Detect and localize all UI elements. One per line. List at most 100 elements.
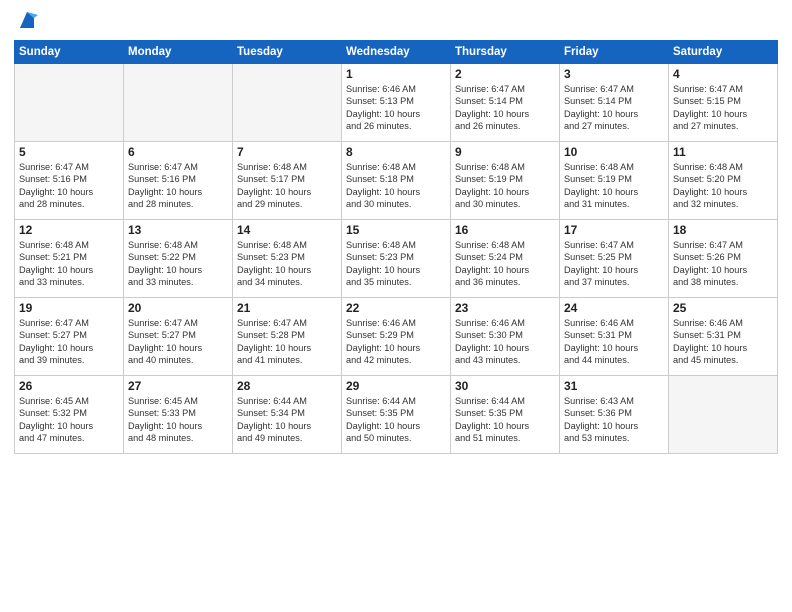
calendar-cell: 26 Sunrise: 6:45 AM Sunset: 5:32 PM Dayli…: [15, 376, 124, 454]
weekday-header: Wednesday: [342, 41, 451, 64]
day-info: Sunrise: 6:43 AM Sunset: 5:36 PM Dayligh…: [564, 395, 664, 445]
day-info: Sunrise: 6:46 AM Sunset: 5:31 PM Dayligh…: [673, 317, 773, 367]
day-number: 4: [673, 67, 773, 81]
day-number: 12: [19, 223, 119, 237]
day-number: 31: [564, 379, 664, 393]
calendar: SundayMondayTuesdayWednesdayThursdayFrid…: [14, 40, 778, 454]
day-info: Sunrise: 6:48 AM Sunset: 5:23 PM Dayligh…: [346, 239, 446, 289]
day-info: Sunrise: 6:46 AM Sunset: 5:30 PM Dayligh…: [455, 317, 555, 367]
page: SundayMondayTuesdayWednesdayThursdayFrid…: [0, 0, 792, 612]
calendar-cell: 15Sunrise: 6:48 AM Sunset: 5:23 PM Dayli…: [342, 220, 451, 298]
day-number: 11: [673, 145, 773, 159]
calendar-cell: 10 Sunrise: 6:48 AM Sunset: 5:19 PM Dayli…: [560, 142, 669, 220]
day-number: 30: [455, 379, 555, 393]
day-info: Sunrise: 6:48 AM Sunset: 5:18 PM Dayligh…: [346, 161, 446, 211]
day-number: 6: [128, 145, 228, 159]
calendar-cell: [233, 64, 342, 142]
day-info: Sunrise: 6:46 AM Sunset: 5:31 PM Dayligh…: [564, 317, 664, 367]
day-number: 27: [128, 379, 228, 393]
calendar-cell: 12 Sunrise: 6:48 AM Sunset: 5:21 PM Dayli…: [15, 220, 124, 298]
day-info: Sunrise: 6:48 AM Sunset: 5:22 PM Dayligh…: [128, 239, 228, 289]
calendar-cell: 28 Sunrise: 6:44 AM Sunset: 5:34 PM Dayli…: [233, 376, 342, 454]
calendar-week-row: 1Sunrise: 6:46 AM Sunset: 5:13 PM Daylig…: [15, 64, 778, 142]
day-info: Sunrise: 6:44 AM Sunset: 5:35 PM Dayligh…: [455, 395, 555, 445]
day-info: Sunrise: 6:48 AM Sunset: 5:20 PM Dayligh…: [673, 161, 773, 211]
day-info: Sunrise: 6:47 AM Sunset: 5:28 PM Dayligh…: [237, 317, 337, 367]
calendar-cell: 21 Sunrise: 6:47 AM Sunset: 5:28 PM Dayli…: [233, 298, 342, 376]
day-number: 19: [19, 301, 119, 315]
weekday-header: Sunday: [15, 41, 124, 64]
day-number: 26: [19, 379, 119, 393]
calendar-cell: 20 Sunrise: 6:47 AM Sunset: 5:27 PM Dayli…: [124, 298, 233, 376]
calendar-cell: 16Sunrise: 6:48 AM Sunset: 5:24 PM Dayli…: [451, 220, 560, 298]
day-number: 22: [346, 301, 446, 315]
calendar-cell: 18Sunrise: 6:47 AM Sunset: 5:26 PM Dayli…: [669, 220, 778, 298]
calendar-cell: 27 Sunrise: 6:45 AM Sunset: 5:33 PM Dayli…: [124, 376, 233, 454]
day-number: 8: [346, 145, 446, 159]
calendar-cell: [669, 376, 778, 454]
day-number: 24: [564, 301, 664, 315]
day-info: Sunrise: 6:47 AM Sunset: 5:14 PM Dayligh…: [455, 83, 555, 133]
weekday-header: Saturday: [669, 41, 778, 64]
day-info: Sunrise: 6:45 AM Sunset: 5:33 PM Dayligh…: [128, 395, 228, 445]
calendar-cell: 11 Sunrise: 6:48 AM Sunset: 5:20 PM Dayli…: [669, 142, 778, 220]
header: [14, 10, 778, 32]
weekday-header: Monday: [124, 41, 233, 64]
day-number: 3: [564, 67, 664, 81]
calendar-cell: 22Sunrise: 6:46 AM Sunset: 5:29 PM Dayli…: [342, 298, 451, 376]
logo: [14, 10, 38, 32]
day-number: 9: [455, 145, 555, 159]
day-info: Sunrise: 6:44 AM Sunset: 5:35 PM Dayligh…: [346, 395, 446, 445]
calendar-cell: 23Sunrise: 6:46 AM Sunset: 5:30 PM Dayli…: [451, 298, 560, 376]
day-info: Sunrise: 6:47 AM Sunset: 5:27 PM Dayligh…: [19, 317, 119, 367]
calendar-cell: 3Sunrise: 6:47 AM Sunset: 5:14 PM Daylig…: [560, 64, 669, 142]
calendar-cell: 9 Sunrise: 6:48 AM Sunset: 5:19 PM Daylig…: [451, 142, 560, 220]
calendar-week-row: 12 Sunrise: 6:48 AM Sunset: 5:21 PM Dayli…: [15, 220, 778, 298]
calendar-cell: 29 Sunrise: 6:44 AM Sunset: 5:35 PM Dayli…: [342, 376, 451, 454]
day-number: 28: [237, 379, 337, 393]
calendar-cell: 17 Sunrise: 6:47 AM Sunset: 5:25 PM Dayli…: [560, 220, 669, 298]
calendar-week-row: 19 Sunrise: 6:47 AM Sunset: 5:27 PM Dayli…: [15, 298, 778, 376]
calendar-week-row: 26 Sunrise: 6:45 AM Sunset: 5:32 PM Dayli…: [15, 376, 778, 454]
day-info: Sunrise: 6:44 AM Sunset: 5:34 PM Dayligh…: [237, 395, 337, 445]
calendar-cell: 14Sunrise: 6:48 AM Sunset: 5:23 PM Dayli…: [233, 220, 342, 298]
day-number: 17: [564, 223, 664, 237]
day-number: 29: [346, 379, 446, 393]
calendar-cell: 13Sunrise: 6:48 AM Sunset: 5:22 PM Dayli…: [124, 220, 233, 298]
day-info: Sunrise: 6:45 AM Sunset: 5:32 PM Dayligh…: [19, 395, 119, 445]
day-info: Sunrise: 6:48 AM Sunset: 5:24 PM Dayligh…: [455, 239, 555, 289]
day-number: 21: [237, 301, 337, 315]
calendar-cell: [15, 64, 124, 142]
day-number: 20: [128, 301, 228, 315]
calendar-cell: 24 Sunrise: 6:46 AM Sunset: 5:31 PM Dayli…: [560, 298, 669, 376]
day-info: Sunrise: 6:47 AM Sunset: 5:27 PM Dayligh…: [128, 317, 228, 367]
calendar-cell: [124, 64, 233, 142]
weekday-header: Thursday: [451, 41, 560, 64]
day-info: Sunrise: 6:48 AM Sunset: 5:23 PM Dayligh…: [237, 239, 337, 289]
day-info: Sunrise: 6:48 AM Sunset: 5:17 PM Dayligh…: [237, 161, 337, 211]
weekday-header: Tuesday: [233, 41, 342, 64]
weekday-header-row: SundayMondayTuesdayWednesdayThursdayFrid…: [15, 41, 778, 64]
calendar-cell: 25Sunrise: 6:46 AM Sunset: 5:31 PM Dayli…: [669, 298, 778, 376]
calendar-cell: 4 Sunrise: 6:47 AM Sunset: 5:15 PM Daylig…: [669, 64, 778, 142]
day-info: Sunrise: 6:46 AM Sunset: 5:13 PM Dayligh…: [346, 83, 446, 133]
calendar-week-row: 5 Sunrise: 6:47 AM Sunset: 5:16 PM Daylig…: [15, 142, 778, 220]
day-info: Sunrise: 6:48 AM Sunset: 5:19 PM Dayligh…: [564, 161, 664, 211]
day-number: 5: [19, 145, 119, 159]
calendar-cell: 7Sunrise: 6:48 AM Sunset: 5:17 PM Daylig…: [233, 142, 342, 220]
calendar-cell: 30 Sunrise: 6:44 AM Sunset: 5:35 PM Dayli…: [451, 376, 560, 454]
day-info: Sunrise: 6:47 AM Sunset: 5:25 PM Dayligh…: [564, 239, 664, 289]
weekday-header: Friday: [560, 41, 669, 64]
day-info: Sunrise: 6:47 AM Sunset: 5:15 PM Dayligh…: [673, 83, 773, 133]
day-info: Sunrise: 6:48 AM Sunset: 5:21 PM Dayligh…: [19, 239, 119, 289]
calendar-cell: 5 Sunrise: 6:47 AM Sunset: 5:16 PM Daylig…: [15, 142, 124, 220]
day-info: Sunrise: 6:47 AM Sunset: 5:16 PM Dayligh…: [128, 161, 228, 211]
calendar-cell: 8 Sunrise: 6:48 AM Sunset: 5:18 PM Daylig…: [342, 142, 451, 220]
calendar-cell: 31 Sunrise: 6:43 AM Sunset: 5:36 PM Dayli…: [560, 376, 669, 454]
logo-icon: [16, 10, 38, 32]
calendar-cell: 1Sunrise: 6:46 AM Sunset: 5:13 PM Daylig…: [342, 64, 451, 142]
day-number: 10: [564, 145, 664, 159]
day-info: Sunrise: 6:47 AM Sunset: 5:16 PM Dayligh…: [19, 161, 119, 211]
calendar-cell: 6 Sunrise: 6:47 AM Sunset: 5:16 PM Daylig…: [124, 142, 233, 220]
day-info: Sunrise: 6:48 AM Sunset: 5:19 PM Dayligh…: [455, 161, 555, 211]
